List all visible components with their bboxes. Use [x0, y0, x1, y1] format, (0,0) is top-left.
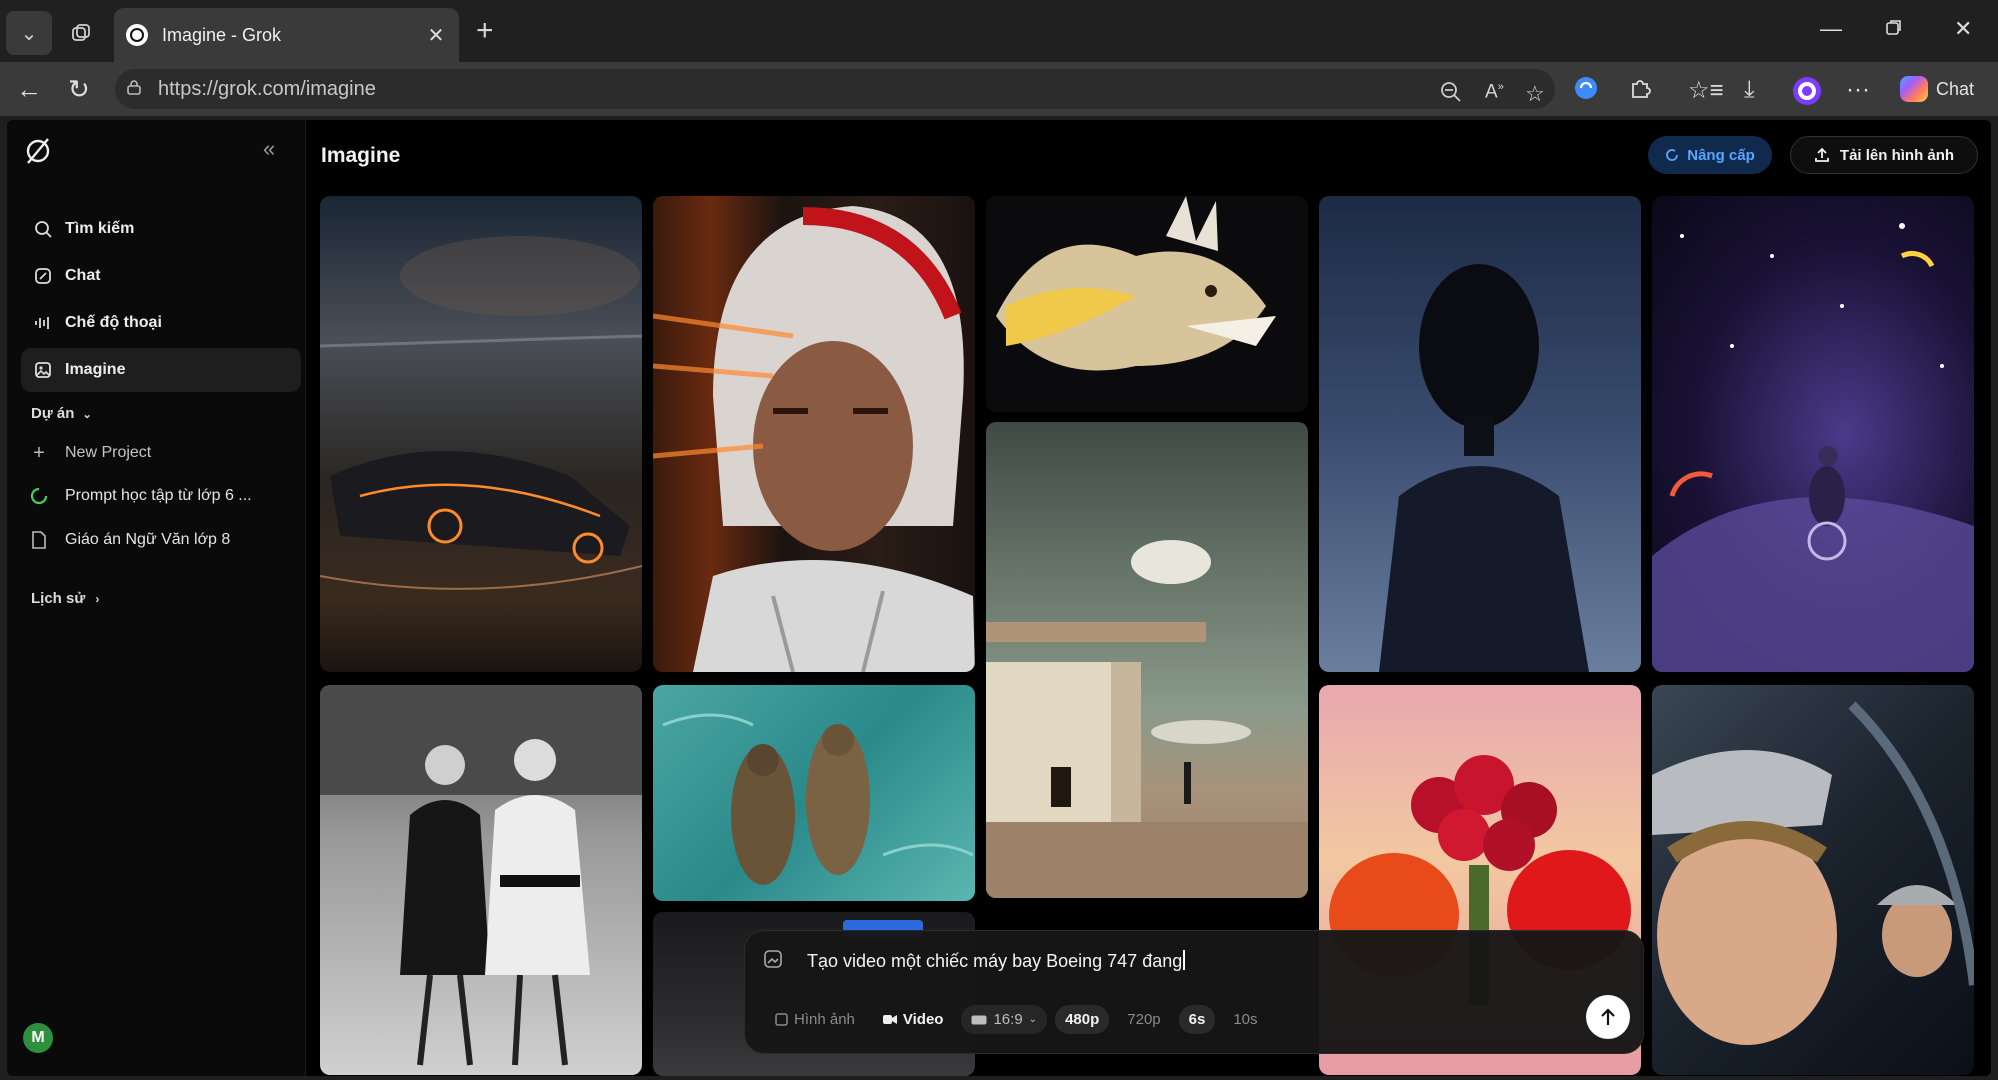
- page-title: Imagine: [321, 144, 401, 167]
- document-icon: [29, 530, 49, 550]
- mode-video-label: Video: [902, 1011, 944, 1028]
- read-aloud-icon[interactable]: A»: [1485, 81, 1504, 103]
- chevron-down-icon: ⌄: [82, 409, 92, 421]
- favorite-star-icon[interactable]: ☆: [1525, 81, 1545, 107]
- edit-icon: [33, 266, 53, 286]
- sidebar-item-label: Chế độ thoại: [65, 314, 162, 331]
- avatar[interactable]: M: [23, 1023, 53, 1053]
- url-text: https://grok.com/imagine: [158, 78, 376, 100]
- generation-options: Hình ảnh Video 16:9 ⌄ 480p 720p 6s 10s: [765, 1005, 1268, 1034]
- new-project-label: New Project: [65, 444, 152, 461]
- sidebar-item-label: Imagine: [65, 361, 126, 378]
- aspect-ratio-label: 16:9: [993, 1011, 1023, 1028]
- upload-label: Tải lên hình ảnh: [1839, 146, 1955, 164]
- profile-icon[interactable]: [1792, 76, 1822, 113]
- futuristic-car-image[interactable]: [320, 196, 642, 672]
- new-project-button[interactable]: + New Project: [29, 441, 152, 464]
- refresh-circle-icon: [1666, 149, 1679, 161]
- vintage-women-image[interactable]: [320, 685, 642, 1075]
- url-field[interactable]: https://grok.com/imagine A» ☆: [115, 69, 1555, 109]
- minimal-building-image[interactable]: [986, 422, 1308, 898]
- project-label: Giáo án Ngữ Văn lớp 8: [65, 531, 231, 548]
- image-icon: [775, 1013, 788, 1026]
- upload-icon: [1815, 147, 1829, 162]
- sidebar: « Tìm kiếm Chat Chế độ thoại Imagine Dự …: [7, 120, 306, 1076]
- workspaces-icon[interactable]: [58, 11, 104, 55]
- grok-app: « Tìm kiếm Chat Chế độ thoại Imagine Dự …: [7, 120, 1991, 1076]
- aspect-ratio-select[interactable]: 16:9 ⌄: [961, 1005, 1048, 1034]
- extensions-puzzle-icon[interactable]: [1628, 76, 1652, 107]
- chevron-right-icon: ›: [95, 592, 100, 606]
- sidebar-item-search[interactable]: Tìm kiếm: [21, 207, 301, 251]
- racing-driver-image[interactable]: [653, 196, 975, 672]
- downloads-icon[interactable]: ⤓: [1744, 76, 1755, 104]
- browser-tab[interactable]: Imagine - Grok ✕: [114, 8, 459, 62]
- history-heading-label: Lịch sử: [31, 590, 86, 607]
- image-icon: [33, 360, 53, 380]
- sidebar-item-label: Tìm kiếm: [65, 220, 135, 237]
- prompt-text: Tạo video một chiếc máy bay Boeing 747 đ…: [807, 951, 1183, 971]
- aspect-ratio-icon: [971, 1015, 987, 1024]
- copilot-chat-label: Chat: [1936, 78, 1975, 99]
- browser-tab-bar: ⌄ Imagine - Grok ✕ + — ✕: [0, 0, 1998, 62]
- sidebar-item-chat[interactable]: Chat: [21, 254, 301, 298]
- plus-icon: +: [33, 441, 45, 464]
- arrow-up-icon: [1601, 1008, 1615, 1025]
- sidebar-item-label: Chat: [65, 267, 101, 284]
- voice-wave-icon: [33, 313, 53, 333]
- sidebar-item-imagine[interactable]: Imagine: [21, 348, 301, 392]
- cosmic-cyclist-image[interactable]: [1652, 196, 1974, 672]
- more-icon[interactable]: ···: [1846, 76, 1870, 104]
- favorites-icon[interactable]: ☆≡: [1688, 76, 1724, 105]
- prompt-input[interactable]: Tạo video một chiếc máy bay Boeing 747 đ…: [807, 950, 1186, 972]
- new-tab-icon[interactable]: +: [476, 14, 494, 48]
- resolution-480-option[interactable]: 480p: [1055, 1005, 1110, 1034]
- restore-icon[interactable]: [1885, 16, 1903, 42]
- projects-heading[interactable]: Dự án ⌄: [31, 405, 92, 422]
- mode-video-toggle[interactable]: Video: [873, 1005, 954, 1034]
- search-icon: [33, 219, 53, 239]
- collapse-sidebar-icon[interactable]: «: [263, 136, 275, 162]
- progress-icon: [29, 486, 49, 506]
- grok-favicon-icon: [126, 24, 148, 46]
- back-icon[interactable]: ←: [16, 74, 42, 105]
- close-tab-icon[interactable]: ✕: [421, 23, 451, 48]
- project-item[interactable]: Prompt học tập từ lớp 6 ...: [29, 486, 252, 506]
- zoom-out-icon[interactable]: [1440, 81, 1462, 109]
- mode-image-label: Hình ảnh: [794, 1011, 855, 1028]
- otters-image[interactable]: [653, 685, 975, 901]
- refresh-icon[interactable]: ↻: [68, 74, 90, 105]
- tab-list-icon[interactable]: ⌄: [6, 11, 52, 55]
- grok-logo-icon[interactable]: [24, 137, 52, 165]
- project-item[interactable]: Giáo án Ngữ Văn lớp 8: [29, 530, 230, 550]
- minimize-icon[interactable]: —: [1820, 16, 1842, 42]
- dark-figure-image[interactable]: [1319, 196, 1641, 672]
- main-content: Imagine Nâng cấp Tải lên hình ảnh Tạo vi…: [305, 120, 1991, 1076]
- attach-image-icon[interactable]: [763, 949, 783, 969]
- lock-icon: [127, 80, 141, 95]
- copilot-icon: [1900, 76, 1928, 102]
- upgrade-label: Nâng cấp: [1687, 146, 1755, 164]
- chevron-down-icon: ⌄: [1028, 1014, 1038, 1025]
- close-window-icon[interactable]: ✕: [1954, 16, 1972, 42]
- copilot-chat-button[interactable]: Chat: [1900, 76, 1974, 102]
- prompt-composer: Tạo video một chiếc máy bay Boeing 747 đ…: [744, 930, 1644, 1054]
- tab-title: Imagine - Grok: [162, 24, 282, 45]
- text-caret: [1183, 950, 1186, 970]
- resolution-720-option[interactable]: 720p: [1117, 1005, 1170, 1034]
- golden-dragon-fish-image[interactable]: [986, 196, 1308, 412]
- sidebar-item-voice[interactable]: Chế độ thoại: [21, 301, 301, 345]
- extension-blue-icon[interactable]: [1574, 76, 1598, 107]
- send-button[interactable]: [1586, 995, 1630, 1039]
- upload-image-button[interactable]: Tải lên hình ảnh: [1790, 136, 1978, 174]
- young-astronaut-image[interactable]: [1652, 685, 1974, 1075]
- history-heading[interactable]: Lịch sử ›: [31, 590, 99, 607]
- projects-heading-label: Dự án: [31, 405, 75, 422]
- duration-6s-option[interactable]: 6s: [1178, 1005, 1216, 1034]
- project-label: Prompt học tập từ lớp 6 ...: [65, 487, 252, 504]
- mode-image-toggle[interactable]: Hình ảnh: [765, 1005, 865, 1034]
- video-camera-icon: [882, 1015, 897, 1024]
- upgrade-button[interactable]: Nâng cấp: [1648, 136, 1772, 174]
- duration-10s-option[interactable]: 10s: [1223, 1005, 1267, 1034]
